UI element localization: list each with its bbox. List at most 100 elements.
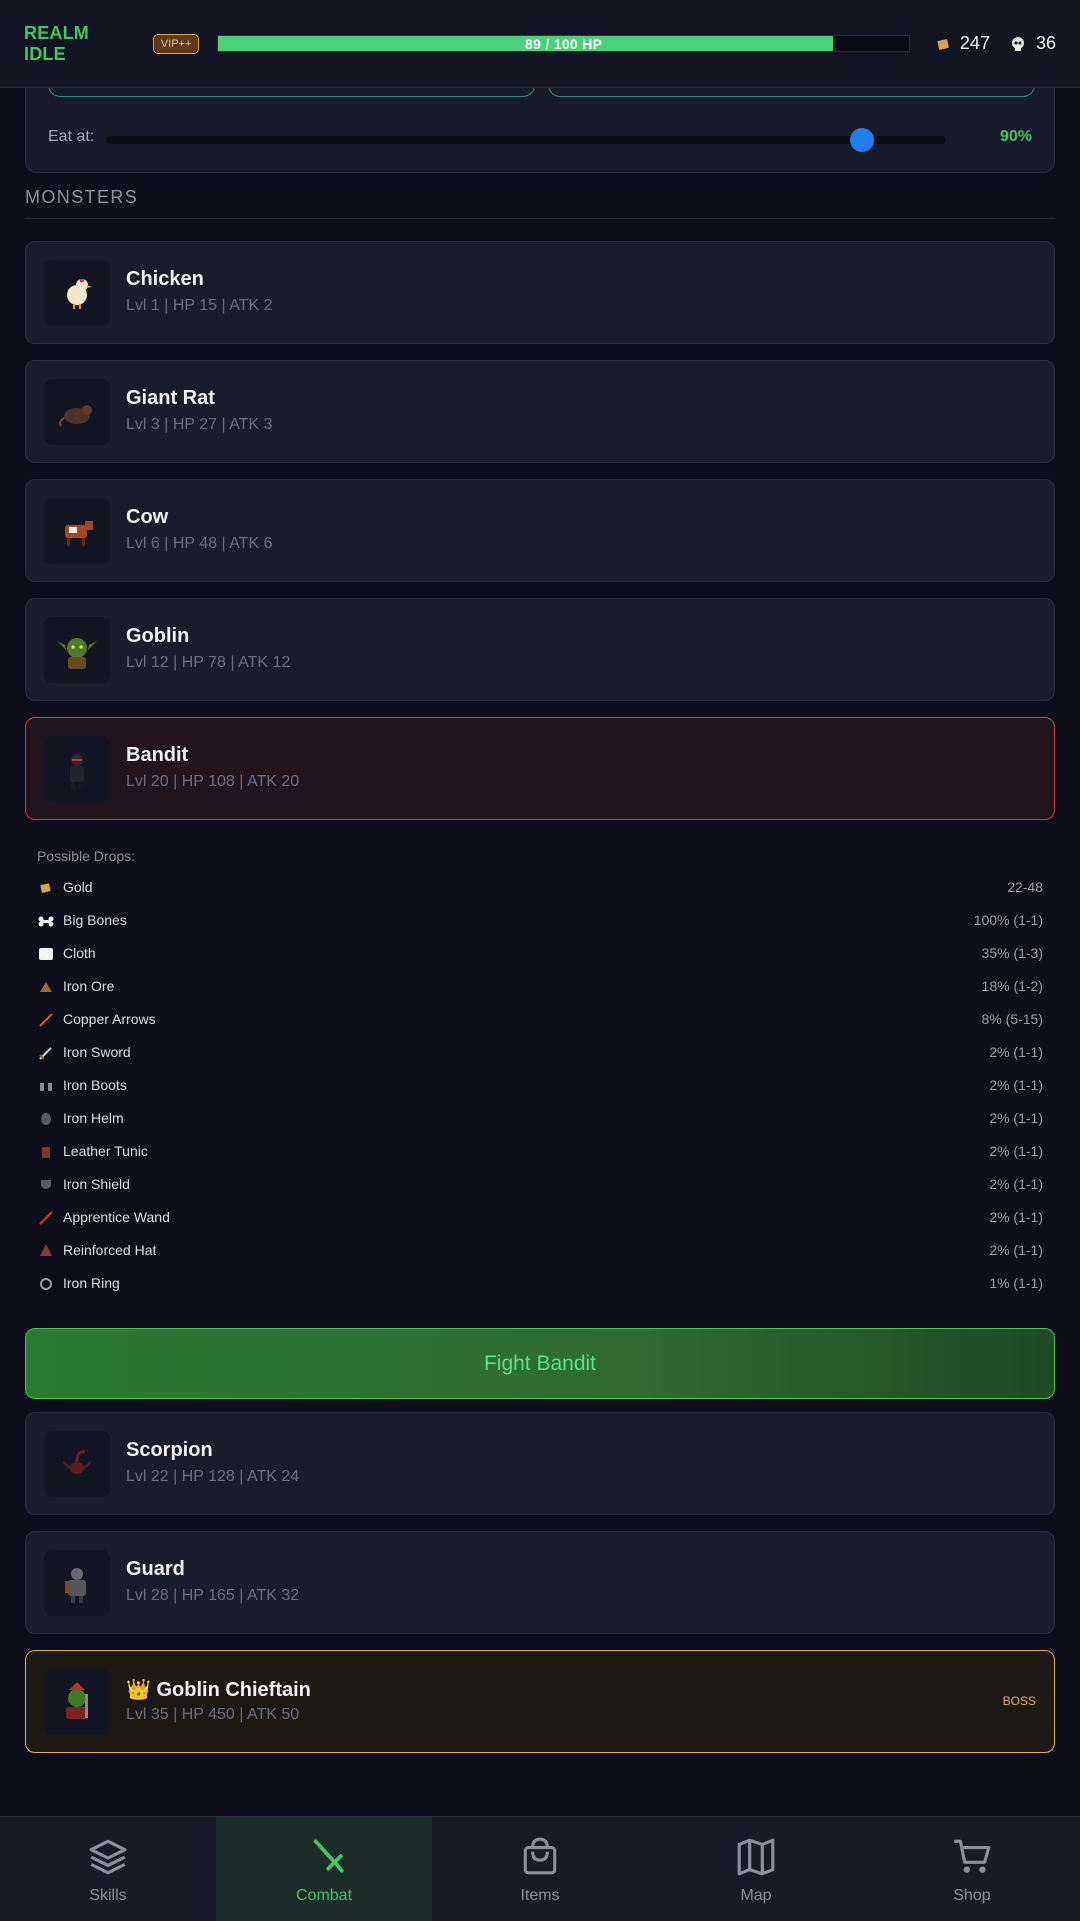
monster-stats: Lvl 3 | HP 27 | ATK 3	[126, 416, 273, 433]
monster-card[interactable]: Guard Lvl 28 | HP 165 | ATK 32	[25, 1531, 1055, 1634]
drop-chance: 2% (1-1)	[989, 1143, 1043, 1159]
monster-card[interactable]: Cow Lvl 6 | HP 48 | ATK 6	[25, 479, 1055, 582]
monster-name: Giant Rat	[126, 387, 215, 409]
eat-at-label: Eat at:	[48, 128, 95, 145]
ring-icon	[40, 1278, 52, 1290]
eat-at-value: 90%	[999, 128, 1032, 145]
cow-icon	[44, 498, 110, 564]
nav-label: Combat	[295, 1887, 353, 1904]
goblin-chieftain-icon	[44, 1669, 110, 1735]
bandit-icon	[44, 736, 110, 802]
monster-stats: Lvl 22 | HP 128 | ATK 24	[126, 1468, 300, 1485]
top-bar: REALM IDLE VIP++ 89 / 100 HP 247 36	[0, 0, 1080, 88]
drop-row: Copper Arrows 8% (5-15)	[37, 1005, 1043, 1035]
drop-name: Iron Shield	[63, 1176, 130, 1192]
monster-card[interactable]: Giant Rat Lvl 3 | HP 27 | ATK 3	[25, 360, 1055, 463]
nav-item-items[interactable]: Items	[432, 1817, 648, 1921]
drop-chance: 2% (1-1)	[989, 1176, 1043, 1192]
nav-item-shop[interactable]: Shop	[864, 1817, 1080, 1921]
rat-icon	[44, 379, 110, 445]
monster-stats: Lvl 12 | HP 78 | ATK 12	[126, 654, 291, 671]
drop-row: Iron Boots 2% (1-1)	[37, 1071, 1043, 1101]
tunic-icon	[42, 1147, 50, 1158]
drop-name: Copper Arrows	[63, 1011, 156, 1027]
bottom-nav: Skills Combat Items Map Shop	[0, 1816, 1080, 1921]
nav-label: Shop	[953, 1887, 991, 1904]
monsters-heading: MONSTERS	[25, 187, 1055, 219]
monster-name: 👑 Goblin Chieftain	[126, 1679, 311, 1701]
drop-row: Cloth 35% (1-3)	[37, 939, 1043, 969]
monster-name: Scorpion	[126, 1439, 213, 1461]
sword-icon	[313, 1839, 344, 1873]
bag-icon	[523, 1837, 557, 1875]
drop-row: Iron Ring 1% (1-1)	[37, 1269, 1043, 1299]
drop-name: Iron Sword	[63, 1044, 131, 1060]
cart-icon	[954, 1839, 991, 1873]
drop-chance: 2% (1-1)	[989, 1044, 1043, 1060]
monster-card[interactable]: Scorpion Lvl 22 | HP 128 | ATK 24	[25, 1412, 1055, 1515]
monster-name: Chicken	[126, 268, 204, 290]
nav-label: Items	[520, 1887, 560, 1904]
eat-slider-handle[interactable]	[850, 128, 874, 152]
monster-stats: Lvl 1 | HP 15 | ATK 2	[126, 297, 273, 314]
app-title: REALM IDLE	[24, 22, 89, 64]
shield-icon	[41, 1180, 51, 1189]
wand-icon	[39, 1211, 53, 1225]
nav-item-combat[interactable]: Combat	[216, 1817, 432, 1921]
layers-icon	[89, 1839, 127, 1875]
boots-icon	[40, 1083, 52, 1091]
gold-icon	[40, 883, 51, 893]
gold-icon	[937, 38, 949, 50]
sword-icon	[39, 1047, 52, 1060]
monster-stats: Lvl 28 | HP 165 | ATK 32	[126, 1587, 300, 1604]
drop-row: Gold 22-48	[37, 873, 1043, 903]
hp-text: 89 / 100 HP	[525, 36, 603, 52]
monster-name: Cow	[126, 506, 169, 528]
drop-chance: 2% (1-1)	[989, 1110, 1043, 1126]
vip-badge[interactable]: VIP++	[152, 33, 200, 54]
monster-stats: Lvl 20 | HP 108 | ATK 20	[126, 773, 300, 790]
food-settings-panel: Eat at: 90%	[25, 78, 1055, 173]
monster-card[interactable]: Chicken Lvl 1 | HP 15 | ATK 2	[25, 241, 1055, 344]
drops-title: Possible Drops:	[37, 848, 136, 864]
drop-name: Reinforced Hat	[63, 1242, 157, 1258]
monster-card[interactable]: Goblin Lvl 12 | HP 78 | ATK 12	[25, 598, 1055, 701]
ore-icon	[40, 982, 52, 992]
drop-name: Big Bones	[63, 912, 127, 928]
boss-badge: BOSS	[1002, 1694, 1036, 1708]
drop-row: Leather Tunic 2% (1-1)	[37, 1137, 1043, 1167]
helm-icon	[41, 1113, 51, 1125]
drop-chance: 1% (1-1)	[989, 1275, 1043, 1291]
monster-card[interactable]: Bandit Lvl 20 | HP 108 | ATK 20	[25, 717, 1055, 820]
monster-name: Bandit	[126, 744, 189, 766]
fight-button[interactable]: Fight Bandit	[25, 1328, 1055, 1399]
drop-row: Apprentice Wand 2% (1-1)	[37, 1203, 1043, 1233]
drop-chance: 100% (1-1)	[973, 912, 1043, 928]
drop-chance: 22-48	[1007, 879, 1043, 895]
nav-item-skills[interactable]: Skills	[0, 1817, 216, 1921]
monster-name: Guard	[126, 1558, 185, 1580]
chicken-icon	[44, 260, 110, 326]
eat-slider[interactable]	[106, 136, 946, 144]
drop-name: Iron Boots	[63, 1077, 127, 1093]
hat-icon	[40, 1244, 52, 1256]
arrow-icon	[39, 1013, 53, 1027]
kills-counter: 36	[1010, 33, 1056, 54]
drop-row: Iron Shield 2% (1-1)	[37, 1170, 1043, 1200]
drop-row: Iron Ore 18% (1-2)	[37, 972, 1043, 1002]
monster-stats: Lvl 35 | HP 450 | ATK 50	[126, 1706, 300, 1723]
nav-label: Skills	[89, 1887, 127, 1904]
drop-name: Iron Ore	[63, 978, 115, 994]
monster-card[interactable]: 👑 Goblin Chieftain Lvl 35 | HP 450 | ATK …	[25, 1650, 1055, 1753]
drop-name: Apprentice Wand	[63, 1209, 170, 1225]
drop-name: Leather Tunic	[63, 1143, 148, 1159]
gold-amount: 247	[959, 33, 990, 53]
nav-item-map[interactable]: Map	[648, 1817, 864, 1921]
bone-icon	[38, 916, 54, 927]
drop-row: Big Bones 100% (1-1)	[37, 906, 1043, 936]
map-icon	[737, 1838, 775, 1876]
drop-row: Reinforced Hat 2% (1-1)	[37, 1236, 1043, 1266]
drop-chance: 18% (1-2)	[981, 978, 1043, 994]
drop-name: Gold	[63, 879, 93, 895]
drop-chance: 8% (5-15)	[981, 1011, 1043, 1027]
